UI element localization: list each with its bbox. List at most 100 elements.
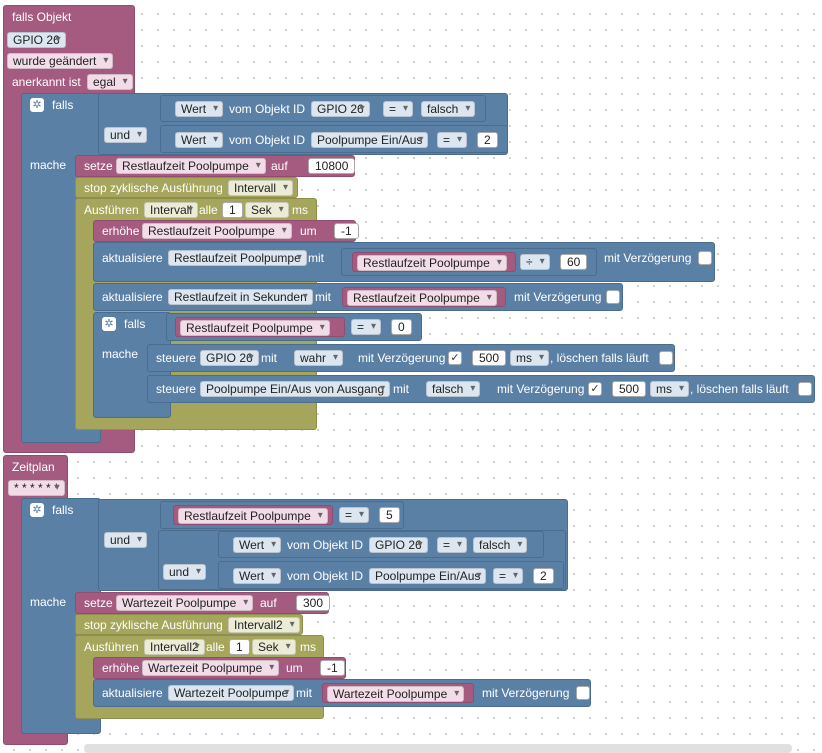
- number-value[interactable]: 0: [391, 319, 412, 335]
- object-id-field[interactable]: GPIO 26: [200, 350, 259, 366]
- compare-operator[interactable]: =: [493, 568, 524, 584]
- exec-label: Ausführen: [84, 640, 139, 654]
- value-dropdown[interactable]: Wert: [175, 101, 224, 117]
- unit-dropdown[interactable]: Sek: [252, 639, 296, 655]
- variable-dropdown[interactable]: Restlaufzeit Poolpumpe: [142, 223, 292, 239]
- control-label: steuere: [156, 351, 197, 365]
- variable-dropdown[interactable]: Restlaufzeit Poolpumpe: [180, 320, 330, 336]
- number-value[interactable]: 2: [533, 568, 554, 584]
- variable-dropdown[interactable]: Wartezeit Poolpumpe: [116, 595, 254, 611]
- compare-operator[interactable]: =: [383, 101, 414, 117]
- value-dropdown[interactable]: wahr: [294, 350, 344, 366]
- object-id-label: vom Objekt ID: [229, 102, 306, 116]
- condition-1[interactable]: Restlaufzeit Poolpumpe = 5: [160, 501, 404, 529]
- false-dropdown[interactable]: falsch: [421, 101, 476, 117]
- delay-checkbox[interactable]: [698, 251, 712, 265]
- number-value[interactable]: 2: [477, 132, 498, 148]
- false-dropdown[interactable]: falsch: [473, 537, 528, 553]
- variable-block[interactable]: Restlaufzeit Poolpumpe: [342, 287, 506, 307]
- variable-dropdown[interactable]: Restlaufzeit Poolpumpe: [357, 255, 507, 271]
- target-field[interactable]: Wartezeit Poolpumpe: [168, 685, 295, 701]
- control-block-2[interactable]: steuere Poolpumpe Ein/Aus von Ausgang mi…: [147, 375, 815, 403]
- compare-block[interactable]: Restlaufzeit Poolpumpe = 0: [166, 313, 422, 341]
- variable-dropdown[interactable]: Restlaufzeit Poolpumpe: [116, 158, 266, 174]
- number-value[interactable]: 5: [379, 507, 400, 523]
- if-label: falls: [124, 317, 146, 331]
- number-value[interactable]: 60: [560, 254, 588, 270]
- update-block-2[interactable]: aktualisiere Restlaufzeit in Sekunden mi…: [93, 283, 623, 311]
- compare-operator[interactable]: =: [351, 319, 382, 335]
- gear-icon[interactable]: ✲: [102, 317, 116, 331]
- condition-1[interactable]: Wert vom Objekt ID GPIO 26 = falsch: [160, 95, 486, 122]
- increment-block[interactable]: erhöhe Wartezeit Poolpumpe um -1: [93, 657, 346, 679]
- object-id-field[interactable]: GPIO 26: [7, 32, 66, 48]
- compare-operator[interactable]: =: [437, 537, 468, 553]
- interval-dropdown[interactable]: Intervall: [228, 180, 294, 196]
- compare-operator[interactable]: =: [437, 132, 468, 148]
- and-dropdown[interactable]: und: [104, 532, 148, 548]
- variable-dropdown[interactable]: Wartezeit Poolpumpe: [327, 686, 465, 702]
- delay-checkbox[interactable]: ✓: [588, 382, 602, 396]
- if-label: falls: [52, 98, 74, 112]
- update-block[interactable]: aktualisiere Wartezeit Poolpumpe mit War…: [93, 679, 591, 707]
- gear-icon[interactable]: ✲: [30, 98, 44, 112]
- compare-operator[interactable]: =: [339, 507, 370, 523]
- object-id-label: vom Objekt ID: [287, 569, 364, 583]
- variable-block[interactable]: Wartezeit Poolpumpe: [322, 683, 474, 703]
- variable-block[interactable]: Restlaufzeit Poolpumpe: [352, 252, 516, 272]
- stop-interval-block[interactable]: stop zyklische Ausführung Intervall: [75, 177, 298, 198]
- object-id-field[interactable]: GPIO 26: [369, 537, 428, 553]
- number-value[interactable]: -1: [334, 223, 359, 239]
- condition-2[interactable]: Wert vom Objekt ID Poolpumpe Ein/Aus = 2: [160, 125, 508, 153]
- unit-dropdown[interactable]: Sek: [245, 202, 289, 218]
- divide-block[interactable]: Restlaufzeit Poolpumpe ÷ 60: [341, 248, 597, 276]
- set-variable-block[interactable]: setze Restlaufzeit Poolpumpe auf 10800: [75, 155, 356, 177]
- object-id-field[interactable]: Poolpumpe Ein/Aus: [369, 568, 487, 584]
- condition-3[interactable]: Wert vom Objekt ID Poolpumpe Ein/Aus = 2: [218, 561, 564, 589]
- object-id-field[interactable]: Poolpumpe Ein/Aus: [311, 132, 429, 148]
- and-dropdown[interactable]: und: [104, 127, 148, 143]
- delay-value[interactable]: 500: [472, 350, 507, 366]
- and-dropdown[interactable]: und: [163, 564, 207, 580]
- unit-dropdown[interactable]: ms: [650, 381, 689, 397]
- number-value[interactable]: 300: [296, 595, 331, 611]
- ack-option-dropdown[interactable]: egal: [87, 74, 133, 90]
- variable-dropdown[interactable]: Wartezeit Poolpumpe: [142, 660, 280, 676]
- clear-checkbox[interactable]: [659, 351, 673, 365]
- stop-interval-block[interactable]: stop zyklische Ausführung Intervall2: [75, 614, 303, 635]
- cron-field[interactable]: * * * * * *: [8, 480, 65, 496]
- horizontal-scrollbar[interactable]: [84, 744, 792, 753]
- condition-2[interactable]: Wert vom Objekt ID GPIO 26 = falsch: [218, 531, 544, 558]
- delay-checkbox[interactable]: ✓: [448, 351, 462, 365]
- variable-dropdown[interactable]: Restlaufzeit Poolpumpe: [178, 508, 328, 524]
- number-value[interactable]: -1: [320, 660, 345, 676]
- number-value[interactable]: 10800: [308, 158, 356, 174]
- variable-dropdown[interactable]: Restlaufzeit Poolpumpe: [347, 290, 497, 306]
- value-dropdown[interactable]: Wert: [175, 132, 224, 148]
- change-option-dropdown[interactable]: wurde geändert: [7, 53, 114, 69]
- delay-checkbox[interactable]: [576, 686, 590, 700]
- number-value[interactable]: 1: [222, 202, 243, 218]
- unit-dropdown[interactable]: ms: [510, 350, 549, 366]
- target-field[interactable]: Restlaufzeit in Sekunden: [168, 289, 313, 305]
- value-dropdown[interactable]: Wert: [233, 537, 282, 553]
- object-id-field[interactable]: GPIO 26: [311, 101, 370, 117]
- interval-name-field[interactable]: Intervall: [144, 202, 199, 218]
- gear-icon[interactable]: ✲: [30, 503, 44, 517]
- delay-value[interactable]: 500: [612, 381, 647, 397]
- target-field[interactable]: Restlaufzeit Poolpumpe: [168, 250, 307, 266]
- delay-checkbox[interactable]: [606, 290, 620, 304]
- number-value[interactable]: 1: [229, 639, 250, 655]
- control-block-1[interactable]: steuere GPIO 26 mit wahr mit Verzögerung…: [147, 344, 675, 372]
- variable-block[interactable]: Restlaufzeit Poolpumpe: [175, 317, 345, 337]
- increment-block[interactable]: erhöhe Restlaufzeit Poolpumpe um -1: [93, 220, 359, 242]
- value-dropdown[interactable]: Wert: [233, 568, 282, 584]
- object-id-field[interactable]: Poolpumpe Ein/Aus von Ausgang: [200, 381, 391, 397]
- interval-dropdown[interactable]: Intervall2: [228, 617, 300, 633]
- set-variable-block[interactable]: setze Wartezeit Poolpumpe auf 300: [75, 592, 331, 614]
- math-operator[interactable]: ÷: [520, 254, 550, 270]
- interval-name-field[interactable]: Intervall2: [144, 639, 205, 655]
- variable-block[interactable]: Restlaufzeit Poolpumpe: [173, 505, 333, 525]
- clear-checkbox[interactable]: [798, 382, 812, 396]
- value-dropdown[interactable]: falsch: [426, 381, 481, 397]
